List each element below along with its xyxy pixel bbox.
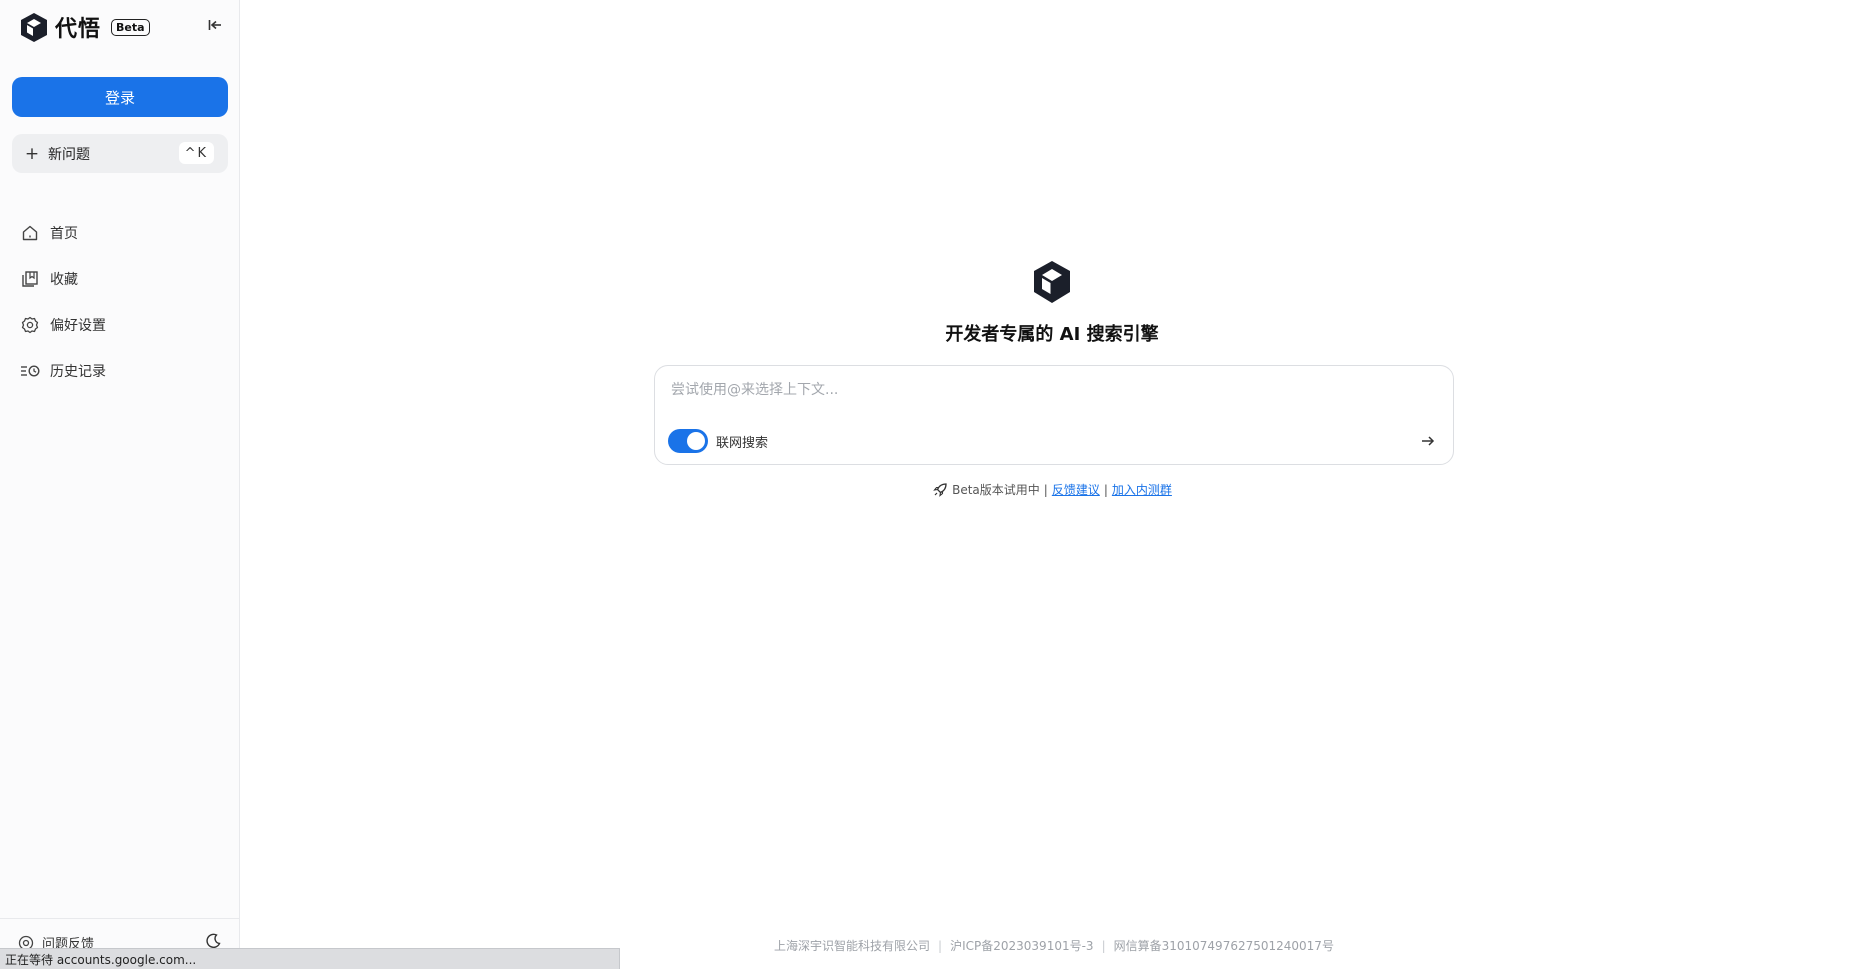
sidebar: 代悟 Beta 登录 + 新问题 ^K 首页 收藏 偏好设置 历史记录 问题反馈 — [0, 0, 240, 969]
search-box: 联网搜索 — [654, 365, 1454, 465]
hero-cube-logo-icon — [1031, 259, 1073, 305]
footer-company: 上海深宇识智能科技有限公司 — [774, 939, 931, 953]
web-search-label: 联网搜索 — [716, 436, 769, 451]
beta-note-text: Beta版本试用中 — [952, 483, 1040, 497]
footer-icp[interactable]: 沪ICP备2023039101号-3 — [950, 937, 1093, 954]
arrow-right-icon — [1422, 436, 1435, 446]
join-group-link[interactable]: 加入内测群 — [1112, 481, 1172, 498]
sidebar-item-label: 首页 — [50, 226, 78, 242]
footer: 上海深宇识智能科技有限公司 | 沪ICP备2023039101号-3 | 网信算… — [704, 937, 1404, 954]
rocket-icon — [932, 482, 948, 498]
sidebar-item-favorites[interactable]: 收藏 — [20, 256, 230, 302]
new-question-button[interactable]: + 新问题 ^K — [12, 134, 228, 173]
brand[interactable]: 代悟 Beta — [18, 10, 150, 44]
sidebar-item-home[interactable]: 首页 — [20, 210, 230, 256]
sidebar-item-label: 收藏 — [50, 272, 78, 288]
history-icon — [20, 361, 40, 381]
new-question-label: 新问题 — [48, 146, 90, 163]
page-title: 开发者专属的 AI 搜索引擎 — [945, 324, 1159, 345]
toggle-knob — [687, 432, 705, 450]
footer-registration: 网信算备310107497627501240017号 — [1113, 939, 1334, 953]
separator: | — [1101, 938, 1106, 953]
search-input[interactable] — [669, 376, 1433, 404]
sidebar-item-history[interactable]: 历史记录 — [20, 348, 230, 394]
separator: | — [938, 938, 943, 953]
feedback-link[interactable]: 反馈建议 — [1052, 481, 1100, 498]
beta-badge: Beta — [111, 18, 150, 36]
browser-status-bar: 正在等待 accounts.google.com... — [0, 948, 620, 969]
sidebar-nav: 首页 收藏 偏好设置 历史记录 — [20, 210, 230, 394]
sidebar-item-label: 历史记录 — [50, 364, 106, 380]
sidebar-item-preferences[interactable]: 偏好设置 — [20, 302, 230, 348]
collapse-icon — [208, 20, 221, 30]
beta-note: Beta版本试用中 | 反馈建议 | 加入内测群 — [852, 481, 1252, 498]
shortcut-badge: ^K — [178, 142, 214, 164]
separator: | — [1103, 482, 1108, 497]
sidebar-item-label: 偏好设置 — [50, 318, 106, 334]
login-button[interactable]: 登录 — [12, 77, 228, 117]
collapse-sidebar-button[interactable] — [206, 16, 224, 34]
plus-icon: + — [24, 143, 40, 164]
home-icon — [20, 223, 40, 243]
separator: | — [1043, 482, 1048, 497]
bookmark-icon — [20, 269, 40, 289]
gear-icon — [20, 315, 40, 335]
web-search-toggle[interactable] — [668, 429, 708, 453]
send-button[interactable] — [1417, 430, 1439, 452]
cube-logo-icon — [18, 11, 50, 43]
brand-name: 代悟 — [55, 17, 102, 42]
